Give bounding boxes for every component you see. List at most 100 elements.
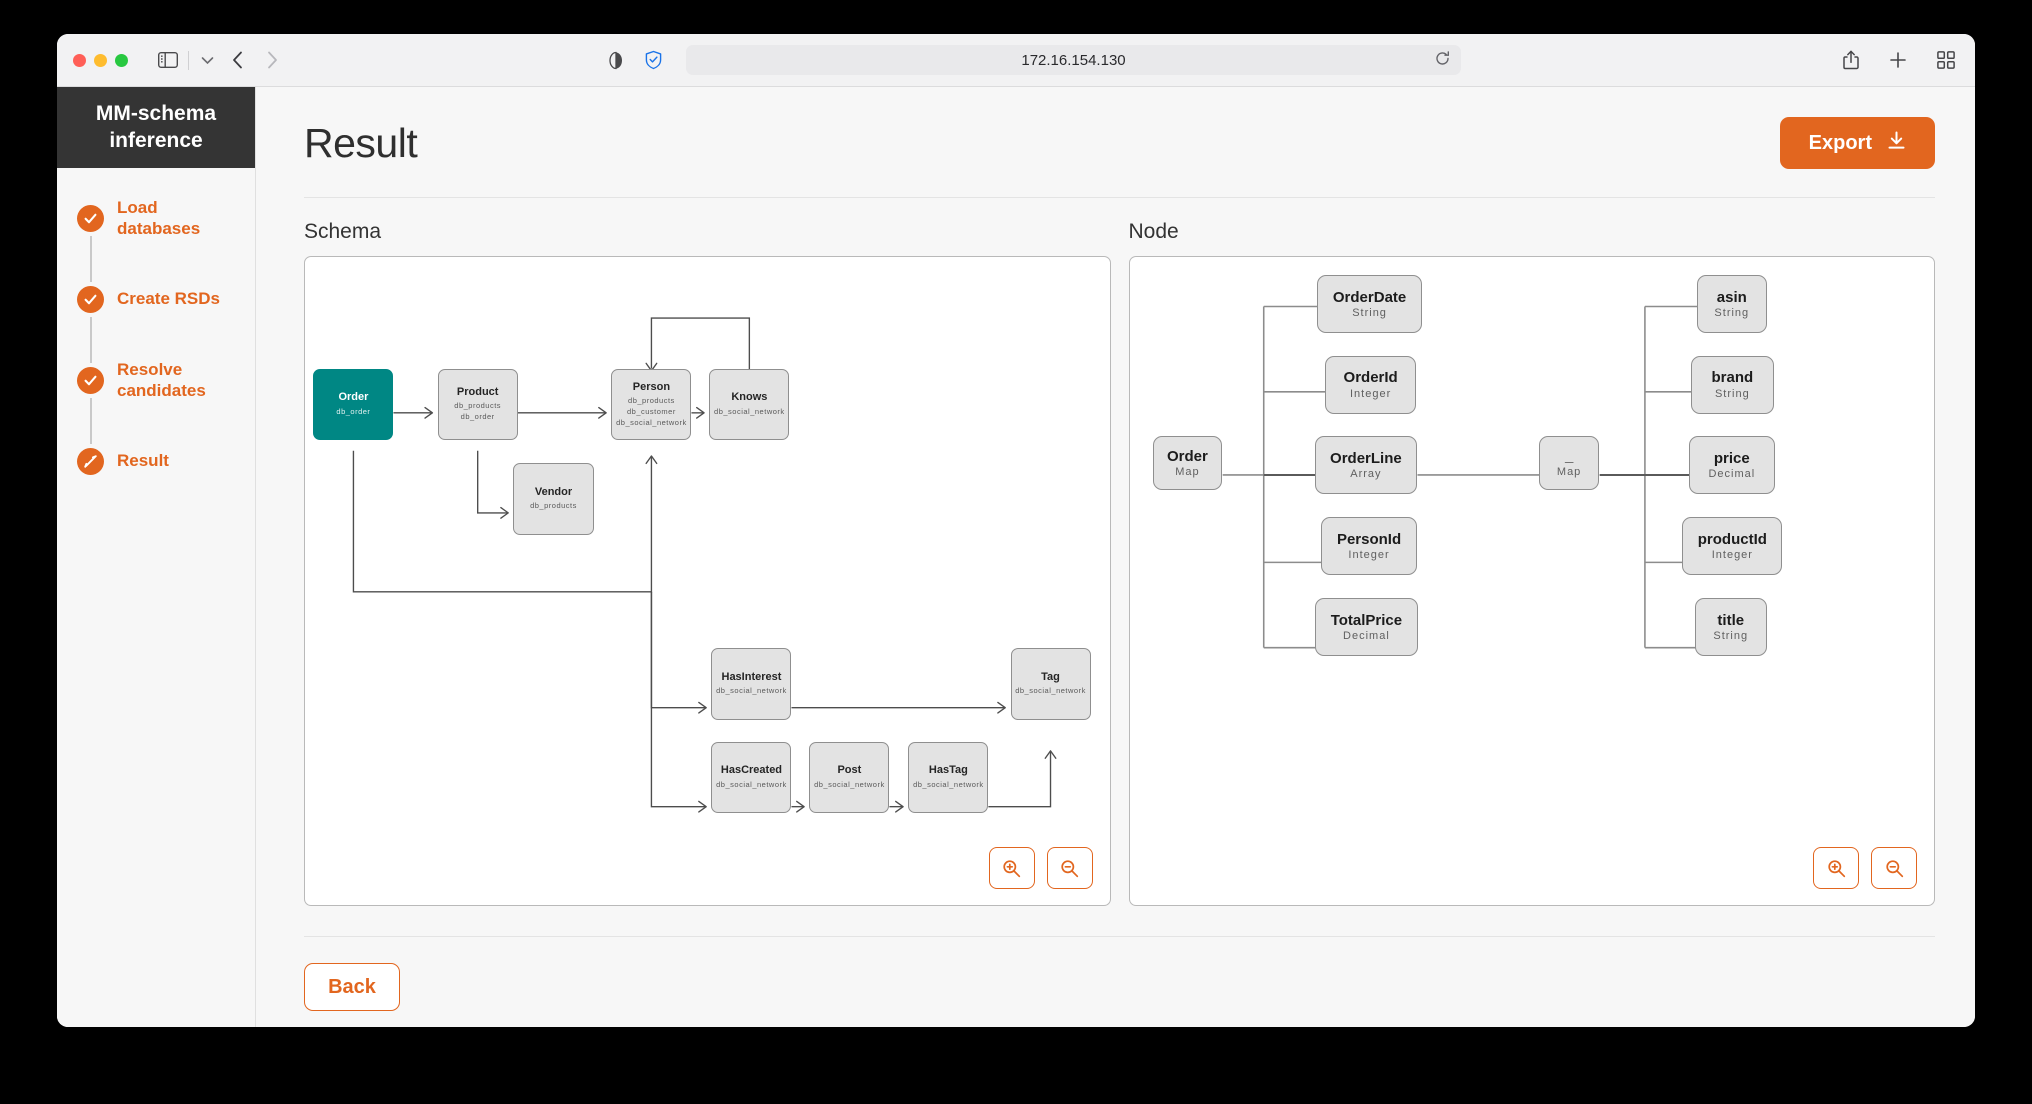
node-tree-node-type: Decimal <box>1708 468 1756 481</box>
node-tree-node-type: String <box>1713 629 1749 642</box>
node-tree-node-totalprice[interactable]: TotalPrice Decimal <box>1314 597 1419 656</box>
schema-node-name: Product <box>456 386 499 399</box>
pencil-circle-icon <box>77 447 104 475</box>
address-bar[interactable]: 172.16.154.130 <box>686 45 1461 75</box>
sidebar-step-result[interactable]: Result <box>57 437 255 485</box>
sidebar-step-label: Resolve candidates <box>117 359 206 400</box>
node-tree-node-type: Array <box>1350 468 1382 481</box>
sidebar-step-create-rsds[interactable]: Create RSDs <box>57 275 255 323</box>
schema-zoom-in-button[interactable] <box>988 847 1035 889</box>
export-button[interactable]: Export <box>1779 117 1935 169</box>
nav-forward-icon[interactable] <box>267 51 278 69</box>
node-tree-node-map[interactable]: _ Map <box>1539 436 1600 491</box>
schema-node-databases: db_products db_order <box>454 401 502 422</box>
node-tree-node-name: OrderLine <box>1330 450 1402 468</box>
node-tree-node-title[interactable]: title String <box>1694 597 1767 656</box>
step-connector <box>90 235 92 282</box>
schema-canvas[interactable]: Order db_order Product db_products db_order P… <box>304 256 1111 906</box>
schema-node-databases: db_social_network <box>913 779 984 789</box>
schema-node-databases: db_social_network <box>814 779 885 789</box>
schema-node-databases: db_social_network <box>716 779 787 789</box>
tab-overview-icon[interactable] <box>1937 51 1955 69</box>
url-text: 172.16.154.130 <box>1021 51 1126 69</box>
node-canvas[interactable]: Order Map OrderDate String OrderId Integer Ord… <box>1128 256 1935 906</box>
toolbar-divider <box>188 50 189 70</box>
check-circle-icon <box>77 204 104 232</box>
node-tree-node-name: brand <box>1711 369 1754 387</box>
privacy-shield-icon[interactable] <box>645 50 662 70</box>
sidebar-step-resolve-candidates[interactable]: Resolve candidates <box>57 356 255 404</box>
toolbar-right-icons <box>1843 50 1955 70</box>
browser-toolbar: 172.16.154.130 <box>57 34 1975 87</box>
node-tree-node-name: productId <box>1697 530 1767 548</box>
node-zoom-out-button[interactable] <box>1871 847 1917 889</box>
footer-divider <box>304 936 1935 937</box>
sidebar-toggle-icon[interactable] <box>158 52 178 68</box>
node-tree-node-name: TotalPrice <box>1330 611 1403 629</box>
page-header: Result Export <box>304 117 1935 169</box>
nav-back-icon[interactable] <box>232 51 243 69</box>
schema-zoom-out-button[interactable] <box>1046 847 1093 889</box>
schema-panel-title: Schema <box>304 220 382 243</box>
node-tree-node-brand[interactable]: brand String <box>1690 355 1774 414</box>
schema-node-vendor[interactable]: Vendor db_products <box>513 463 594 536</box>
node-tree-node-name: OrderId <box>1343 369 1398 387</box>
schema-node-knows[interactable]: Knows db_social_network <box>709 368 790 441</box>
node-tree-node-name: Order <box>1166 448 1208 466</box>
share-icon[interactable] <box>1843 50 1859 70</box>
app-content: MM-schema inference Load databases Create… <box>57 87 1975 1027</box>
node-panel-title: Node <box>1128 220 1179 243</box>
node-tree-node-name: price <box>1713 450 1750 468</box>
node-tree-node-type: String <box>1714 387 1750 400</box>
schema-node-name: Post <box>837 764 862 777</box>
node-tree-node-price[interactable]: price Decimal <box>1688 436 1775 495</box>
node-tree-node-personid[interactable]: PersonId Integer <box>1321 517 1417 575</box>
node-tree-node-asin[interactable]: asin String <box>1697 274 1767 333</box>
node-edges <box>1222 305 1698 649</box>
sidebar-step-label: Result <box>117 451 169 471</box>
schema-node-databases: db_social_network <box>716 685 787 695</box>
step-connector <box>90 397 92 444</box>
node-tree-node-orderdate[interactable]: OrderDate String <box>1316 274 1423 333</box>
schema-node-post[interactable]: Post db_social_network <box>809 741 890 814</box>
sidebar-step-label: Load databases <box>117 197 201 238</box>
node-tree-node-orderid[interactable]: OrderId Integer <box>1325 355 1416 414</box>
sidebar-step-load-databases[interactable]: Load databases <box>57 194 255 242</box>
schema-node-databases: db_order <box>336 406 371 416</box>
schema-node-name: HasCreated <box>720 764 783 777</box>
schema-node-hastag[interactable]: HasTag db_social_network <box>908 741 989 814</box>
schema-node-name: Person <box>632 380 671 393</box>
maximize-window-button[interactable] <box>115 53 128 67</box>
schema-node-databases: db_social_network <box>1015 685 1086 695</box>
minimize-window-button[interactable] <box>94 53 107 67</box>
schema-node-hasinterest[interactable]: HasInterest db_social_network <box>711 647 792 720</box>
node-tree-node-type: Integer <box>1711 549 1753 562</box>
app-sidebar: MM-schema inference Load databases Create… <box>57 87 256 1027</box>
panels-row: Schema Order db_order Product db_product… <box>304 220 1935 906</box>
schema-node-order[interactable]: Order db_order <box>313 368 394 441</box>
close-window-button[interactable] <box>73 53 86 67</box>
check-circle-icon <box>77 366 104 394</box>
reader-mode-icon[interactable] <box>609 51 623 69</box>
chevron-down-icon[interactable] <box>201 56 214 65</box>
url-left-icons <box>609 50 662 70</box>
back-button[interactable]: Back <box>304 963 400 1011</box>
wizard-steps: Load databases Create RSDs Resolve candida… <box>57 168 255 485</box>
schema-node-person[interactable]: Person db_products db_customer db_social_ne… <box>611 368 692 441</box>
node-tree-node-productid[interactable]: productId Integer <box>1682 517 1783 575</box>
schema-node-product[interactable]: Product db_products db_order <box>437 368 518 441</box>
main-area: Result Export Schema Order db_order Prod… <box>256 87 1975 1027</box>
plus-icon[interactable] <box>1889 51 1907 69</box>
schema-panel: Schema Order db_order Product db_product… <box>304 220 1111 906</box>
schema-node-tag[interactable]: Tag db_social_network <box>1010 647 1091 720</box>
node-tree-node-root[interactable]: Order Map <box>1152 436 1223 491</box>
node-tree-node-orderline[interactable]: OrderLine Array <box>1314 436 1417 495</box>
node-zoom-controls <box>1813 847 1917 889</box>
schema-node-name: Knows <box>731 391 768 404</box>
window-controls <box>73 53 128 67</box>
schema-node-name: HasTag <box>928 764 968 777</box>
schema-node-name: HasInterest <box>721 670 782 683</box>
reload-icon[interactable] <box>1435 51 1450 69</box>
node-zoom-in-button[interactable] <box>1813 847 1859 889</box>
schema-node-hascreated[interactable]: HasCreated db_social_network <box>711 741 792 814</box>
